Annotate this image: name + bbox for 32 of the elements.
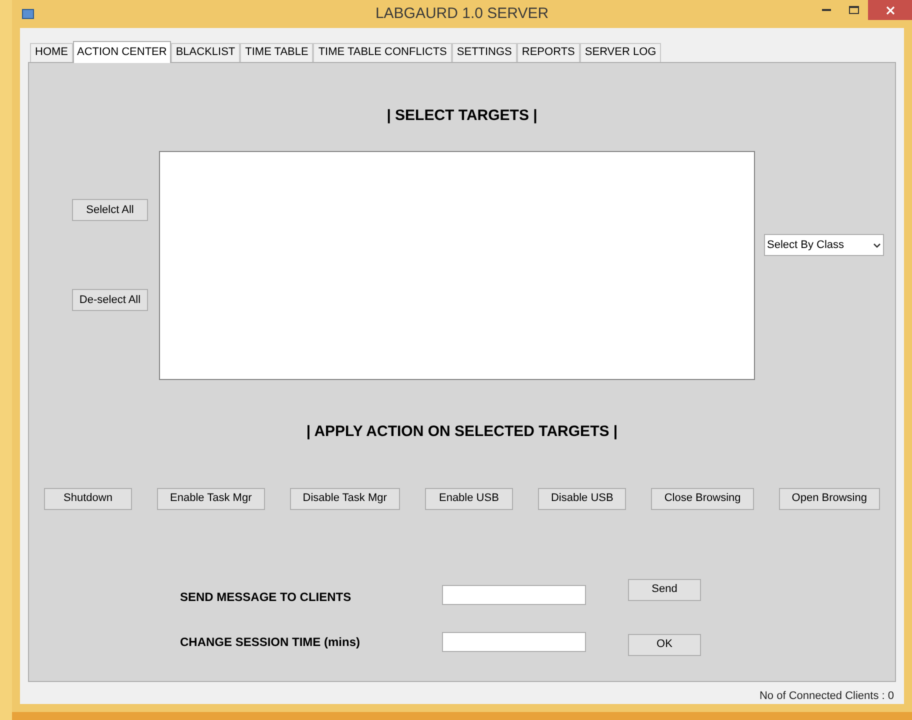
section-heading: | APPLY ACTION ON SELECTED TARGETS | — [305, 422, 619, 442]
tab[interactable]: HOME — [30, 42, 73, 62]
action-button[interactable]: Enable Task Mgr — [157, 488, 265, 510]
tab[interactable]: ACTION CENTER — [73, 40, 171, 62]
class-dropdown[interactable]: Select By Class — [764, 234, 884, 256]
field-label: SEND MESSAGE TO CLIENTS — [180, 588, 352, 606]
section-heading: | SELECT TARGETS | — [386, 106, 538, 126]
tab[interactable]: TIME TABLE — [240, 42, 314, 62]
action-button[interactable]: Shutdown — [44, 488, 132, 510]
session-time-field[interactable] — [442, 632, 586, 652]
action-button[interactable]: Enable USB — [424, 488, 513, 510]
tab[interactable]: SERVER LOG — [580, 42, 662, 62]
tab[interactable]: BLACKLIST — [170, 42, 240, 62]
status-text: No of Connected Clients : 0 — [759, 688, 894, 704]
tab[interactable]: REPORTS — [516, 42, 580, 62]
close-icon — [886, 6, 894, 14]
field-label: CHANGE SESSION TIME (mins) — [180, 634, 362, 650]
window-title: LABGAURD 1.0 SERVER — [375, 4, 549, 24]
action-button[interactable]: Open Browsing — [778, 488, 880, 510]
deselect-all-button[interactable]: De-select All — [72, 289, 148, 311]
tab[interactable]: TIME TABLE CONFLICTS — [313, 42, 452, 62]
action-button[interactable]: Close Browsing — [651, 488, 754, 510]
chevron-down-icon — [873, 242, 881, 248]
tab[interactable]: SETTINGS — [452, 42, 517, 62]
action-button[interactable]: Disable Task Mgr — [290, 488, 400, 510]
action-button[interactable]: Disable USB — [538, 488, 626, 510]
app-icon — [22, 8, 34, 19]
message-field[interactable] — [442, 584, 586, 604]
select-all-button[interactable]: Selelct All — [72, 199, 148, 221]
close-button[interactable] — [868, 0, 912, 20]
ok-button[interactable]: OK — [628, 634, 701, 656]
send-button[interactable]: Send — [628, 578, 701, 600]
